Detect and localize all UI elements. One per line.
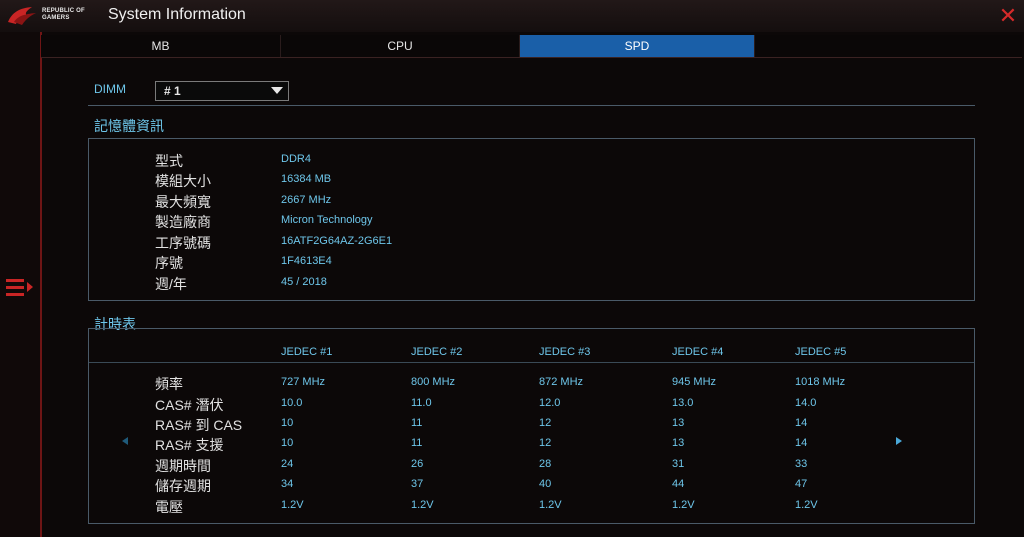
- memory-info-label: 製造廠商: [155, 214, 211, 230]
- memory-info-title: 記憶體資訊: [94, 118, 164, 134]
- close-button[interactable]: ✕: [996, 4, 1020, 28]
- timing-cell: 945 MHz: [672, 376, 717, 388]
- tab-bar: MB CPU SPD: [41, 35, 1022, 58]
- timing-cell: 1.2V: [795, 499, 818, 511]
- timing-row-label: 週期時間: [155, 458, 211, 474]
- dimm-select[interactable]: # 1: [155, 81, 289, 101]
- memory-info-value: 16ATF2G64AZ-2G6E1: [281, 235, 393, 247]
- timing-row-label: CAS# 潛伏: [155, 397, 224, 413]
- timing-cell: 1.2V: [281, 499, 304, 511]
- timing-cell: 47: [795, 478, 808, 490]
- timing-cell: 1.2V: [539, 499, 562, 511]
- chevron-down-icon: [271, 87, 283, 94]
- timing-cell: 26: [411, 458, 424, 470]
- timing-cell: 1018 MHz: [795, 376, 846, 388]
- column-header: JEDEC #4: [672, 346, 724, 358]
- timing-cell: 10: [281, 437, 294, 449]
- timing-cell: 727 MHz: [281, 376, 326, 388]
- tab-cpu[interactable]: CPU: [281, 35, 520, 57]
- title-bar: REPUBLIC OF GAMERS System Information ✕: [0, 0, 1024, 32]
- memory-info-value: 2667 MHz: [281, 194, 332, 206]
- timing-cell: 37: [411, 478, 424, 490]
- timing-panel: JEDEC #1 JEDEC #2 JEDEC #3 JEDEC #4 JEDE…: [88, 328, 975, 524]
- memory-info-label: 序號: [155, 255, 183, 271]
- memory-info-value: Micron Technology: [281, 214, 373, 226]
- memory-info-label: 型式: [155, 153, 183, 169]
- timing-cell: 13: [672, 417, 685, 429]
- column-header: JEDEC #5: [795, 346, 847, 358]
- memory-info-label: 最大頻寬: [155, 194, 211, 210]
- timing-cell: 1.2V: [411, 499, 434, 511]
- arrow-right-icon[interactable]: [896, 437, 902, 445]
- brand-text: REPUBLIC OF GAMERS: [42, 8, 85, 21]
- close-icon: ✕: [998, 3, 1018, 28]
- timing-row-label: RAS# 支援: [155, 437, 224, 453]
- memory-info-value: 1F4613E4: [281, 255, 332, 267]
- timing-cell: 10.0: [281, 397, 303, 409]
- timing-cell: 24: [281, 458, 294, 470]
- timing-row-label: RAS# 到 CAS: [155, 417, 243, 433]
- timing-cell: 800 MHz: [411, 376, 456, 388]
- memory-info-label: 工序號碼: [155, 235, 211, 251]
- memory-info-label: 週/年: [155, 276, 187, 292]
- dimm-label: DIMM: [94, 82, 126, 96]
- timing-cell: 14: [795, 417, 808, 429]
- timing-cell: 31: [672, 458, 685, 470]
- tab-spd[interactable]: SPD: [520, 35, 755, 57]
- column-header: JEDEC #3: [539, 346, 591, 358]
- timing-cell: 12: [539, 417, 552, 429]
- timing-cell: 14: [795, 437, 808, 449]
- memory-info-panel: 型式 DDR4 模組大小 16384 MB 最大頻寬 2667 MHz 製造廠商…: [88, 138, 975, 301]
- timing-row-label: 儲存週期: [155, 478, 211, 494]
- timing-cell: 872 MHz: [539, 376, 584, 388]
- memory-info-label: 模組大小: [155, 173, 211, 189]
- timing-cell: 33: [795, 458, 808, 470]
- memory-info-value: 16384 MB: [281, 173, 332, 185]
- left-rail: [0, 32, 42, 537]
- arrow-left-icon[interactable]: [122, 437, 128, 445]
- window-title: System Information: [108, 6, 246, 23]
- header-divider: [89, 362, 974, 363]
- timing-cell: 11.0: [411, 397, 432, 409]
- rog-logo-icon: [8, 7, 36, 25]
- timing-cell: 40: [539, 478, 552, 490]
- timing-cell: 34: [281, 478, 294, 490]
- dimm-selected-value: # 1: [164, 84, 181, 98]
- column-header: JEDEC #2: [411, 346, 463, 358]
- rog-logo: REPUBLIC OF GAMERS: [6, 4, 96, 28]
- timing-cell: 28: [539, 458, 552, 470]
- timing-cell: 11: [411, 437, 423, 449]
- timing-row-label: 頻率: [155, 376, 183, 392]
- tab-mb[interactable]: MB: [41, 35, 281, 57]
- timing-cell: 14.0: [795, 397, 817, 409]
- timing-cell: 12: [539, 437, 552, 449]
- timing-cell: 1.2V: [672, 499, 695, 511]
- timing-cell: 10: [281, 417, 294, 429]
- divider: [88, 105, 975, 106]
- timing-cell: 11: [411, 417, 423, 429]
- column-header: JEDEC #1: [281, 346, 333, 358]
- memory-info-value: DDR4: [281, 153, 311, 165]
- timing-cell: 44: [672, 478, 685, 490]
- timing-cell: 12.0: [539, 397, 561, 409]
- menu-button[interactable]: [4, 276, 36, 300]
- memory-info-value: 45 / 2018: [281, 276, 327, 288]
- timing-row-label: 電壓: [155, 499, 183, 515]
- timing-cell: 13: [672, 437, 685, 449]
- timing-cell: 13.0: [672, 397, 694, 409]
